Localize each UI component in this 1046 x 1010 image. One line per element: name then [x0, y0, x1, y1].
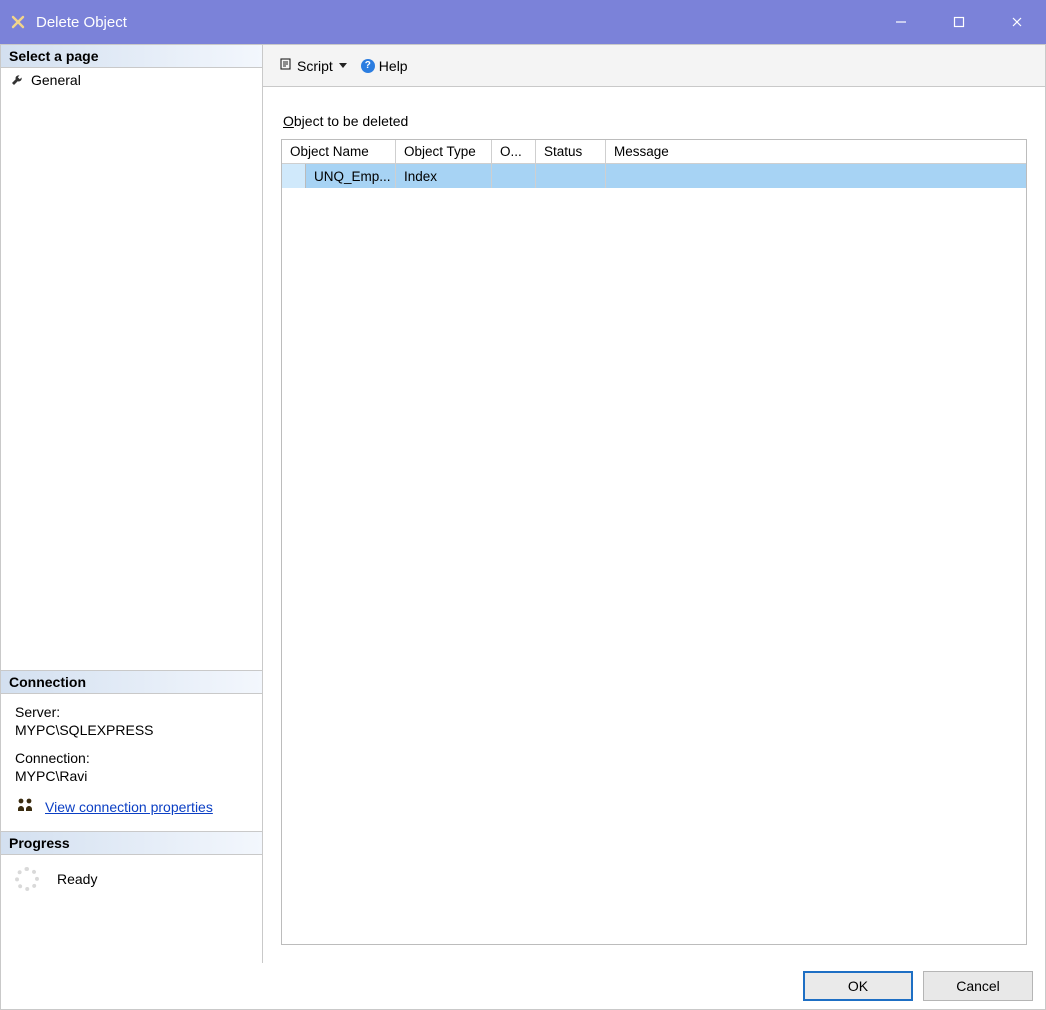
cell-object-name: UNQ_Emp...: [306, 164, 396, 188]
window-title: Delete Object: [36, 14, 127, 31]
table-row[interactable]: UNQ_Emp... Index: [282, 164, 1026, 188]
row-handle[interactable]: [282, 164, 306, 188]
chevron-down-icon: [339, 63, 347, 68]
connection-label: Connection:: [15, 750, 248, 766]
page-list: General: [1, 68, 262, 670]
title-bar: Delete Object: [0, 0, 1046, 44]
maximize-button[interactable]: [930, 0, 988, 44]
help-icon: ?: [361, 59, 375, 73]
client-area: Select a page General Connection Server:…: [0, 44, 1046, 1010]
app-icon: [8, 12, 28, 32]
toolbar: Script ? Help: [263, 45, 1045, 87]
connection-header: Connection: [1, 671, 262, 694]
main-area: Script ? Help Object to be deleted Objec…: [263, 45, 1045, 963]
sidebar: Select a page General Connection Server:…: [1, 45, 263, 963]
help-button[interactable]: ? Help: [357, 56, 412, 76]
ok-button[interactable]: OK: [803, 971, 913, 1001]
progress-status: Ready: [57, 871, 97, 887]
sidebar-item-label: General: [31, 72, 81, 88]
spinner-icon: [15, 867, 39, 891]
col-object-type[interactable]: Object Type: [396, 140, 492, 163]
progress-header: Progress: [1, 832, 262, 855]
col-owner[interactable]: O...: [492, 140, 536, 163]
section-label: Object to be deleted: [281, 113, 1027, 129]
cell-message: [606, 164, 1026, 188]
close-button[interactable]: [988, 0, 1046, 44]
col-status[interactable]: Status: [536, 140, 606, 163]
connection-value: MYPC\Ravi: [15, 768, 248, 784]
col-message[interactable]: Message: [606, 140, 1026, 163]
server-value: MYPC\SQLEXPRESS: [15, 722, 248, 738]
properties-icon: [15, 796, 35, 817]
select-page-header: Select a page: [1, 45, 262, 68]
dialog-footer: OK Cancel: [1, 963, 1045, 1009]
minimize-button[interactable]: [872, 0, 930, 44]
cancel-button[interactable]: Cancel: [923, 971, 1033, 1001]
server-label: Server:: [15, 704, 248, 720]
window-controls: [872, 0, 1046, 44]
connection-panel: Connection Server: MYPC\SQLEXPRESS Conne…: [1, 670, 262, 831]
grid-header: Object Name Object Type O... Status Mess…: [282, 140, 1026, 164]
cell-status: [536, 164, 606, 188]
progress-panel: Progress Ready: [1, 831, 262, 963]
view-connection-properties-link[interactable]: View connection properties: [45, 799, 213, 815]
content: Object to be deleted Object Name Object …: [263, 87, 1045, 963]
script-icon: [279, 57, 293, 74]
script-button[interactable]: Script: [275, 55, 351, 76]
cell-owner: [492, 164, 536, 188]
col-object-name[interactable]: Object Name: [282, 140, 396, 163]
wrench-icon: [9, 72, 25, 88]
sidebar-item-general[interactable]: General: [1, 68, 262, 92]
object-grid[interactable]: Object Name Object Type O... Status Mess…: [281, 139, 1027, 945]
script-label: Script: [297, 58, 333, 74]
help-label: Help: [379, 58, 408, 74]
cell-object-type: Index: [396, 164, 492, 188]
